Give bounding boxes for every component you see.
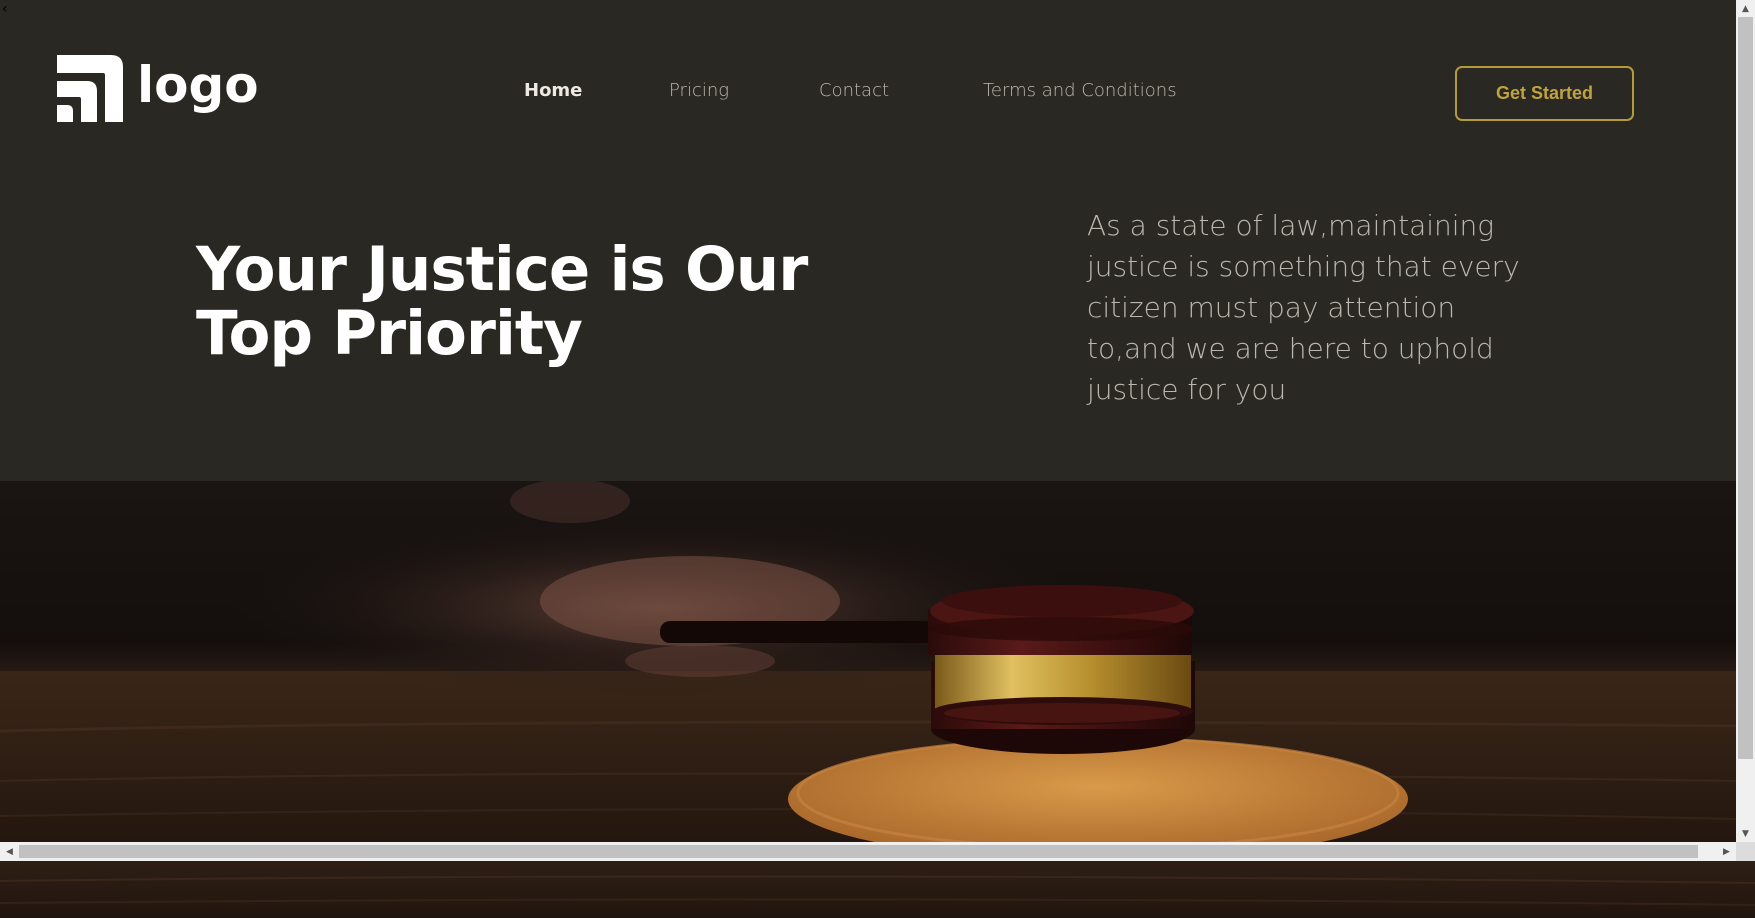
nav-contact-link[interactable]: Contact: [819, 80, 889, 101]
wood-table-strip: [0, 861, 1755, 918]
nav-pricing-link[interactable]: Pricing: [669, 80, 729, 101]
vertical-scrollbar[interactable]: ▲ ▼: [1736, 0, 1755, 842]
nav-terms-link[interactable]: Terms and Conditions: [983, 80, 1177, 101]
get-started-button[interactable]: Get Started: [1455, 66, 1634, 121]
horizontal-scrollbar[interactable]: ◀ ▶: [0, 842, 1736, 861]
hero-headline-line-1: Your Justice is Our: [196, 234, 808, 305]
vertical-scroll-thumb[interactable]: [1738, 17, 1753, 759]
scroll-down-arrow-icon[interactable]: ▼: [1736, 825, 1755, 842]
hero-headline-line-2: Top Priority: [196, 298, 583, 369]
scroll-up-arrow-icon[interactable]: ▲: [1736, 0, 1755, 17]
site-header: ‹ logo Home Pricing Contact Terms and Co…: [0, 0, 1736, 481]
scroll-left-arrow-icon[interactable]: ◀: [0, 842, 19, 861]
scroll-right-arrow-icon[interactable]: ▶: [1717, 842, 1736, 861]
judge-gavel-photo: [0, 481, 1736, 842]
browser-viewport: ‹ logo Home Pricing Contact Terms and Co…: [0, 0, 1736, 842]
back-chevron-icon[interactable]: ‹: [2, 2, 8, 16]
hero-lead-text: As a state of law,maintaining justice is…: [1087, 209, 1520, 406]
page-continuation-strip: [0, 861, 1755, 918]
scrollbar-corner: [1736, 842, 1755, 861]
nav-home-link[interactable]: Home: [524, 80, 582, 101]
horizontal-scroll-thumb[interactable]: [19, 845, 1698, 858]
hero-gavel-image: [0, 481, 1736, 842]
hero-headline: Your Justice is Our Top Priority: [196, 238, 856, 366]
